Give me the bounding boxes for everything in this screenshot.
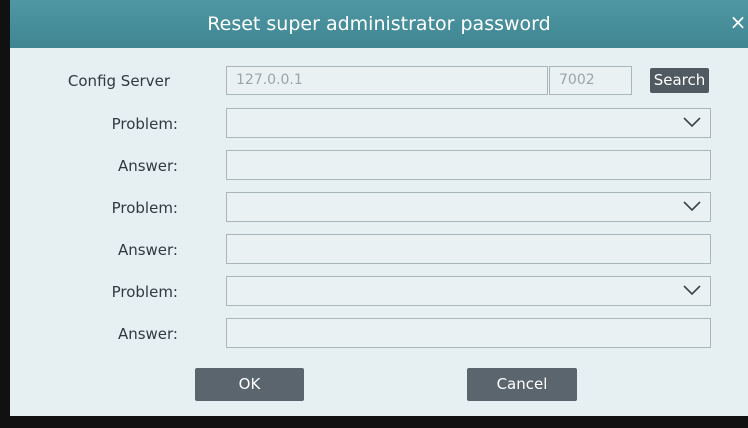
problem-label-3: Problem: <box>111 283 178 301</box>
answer-input-3[interactable] <box>226 318 711 348</box>
answer-input-2[interactable] <box>226 234 711 264</box>
config-server-ip-input[interactable]: 127.0.0.1 <box>226 66 548 95</box>
config-server-port-input[interactable]: 7002 <box>549 66 632 95</box>
ok-button[interactable]: OK <box>195 368 304 401</box>
problem-select-1[interactable] <box>226 108 711 138</box>
search-button[interactable]: Search <box>650 68 709 93</box>
answer-label-1: Answer: <box>117 157 178 175</box>
dialog-title: Reset super administrator password <box>207 13 551 35</box>
problem-label-2: Problem: <box>111 199 178 217</box>
answer-label-2: Answer: <box>117 241 178 259</box>
close-icon[interactable]: × <box>723 2 748 42</box>
problem-select-2[interactable] <box>226 192 711 222</box>
problem-label-1: Problem: <box>111 115 178 133</box>
title-bar: Reset super administrator password × <box>10 0 748 48</box>
answer-input-1[interactable] <box>226 150 711 180</box>
config-server-label: Config Server <box>67 72 170 90</box>
chevron-down-icon <box>683 201 701 212</box>
dialog-body <box>10 48 748 416</box>
cancel-button[interactable]: Cancel <box>467 368 577 401</box>
answer-label-3: Answer: <box>117 325 178 343</box>
reset-password-dialog: Reset super administrator password × Con… <box>0 0 748 428</box>
window-frame-bottom <box>0 416 748 428</box>
problem-select-3[interactable] <box>226 276 711 306</box>
chevron-down-icon <box>683 285 701 296</box>
chevron-down-icon <box>683 117 701 128</box>
